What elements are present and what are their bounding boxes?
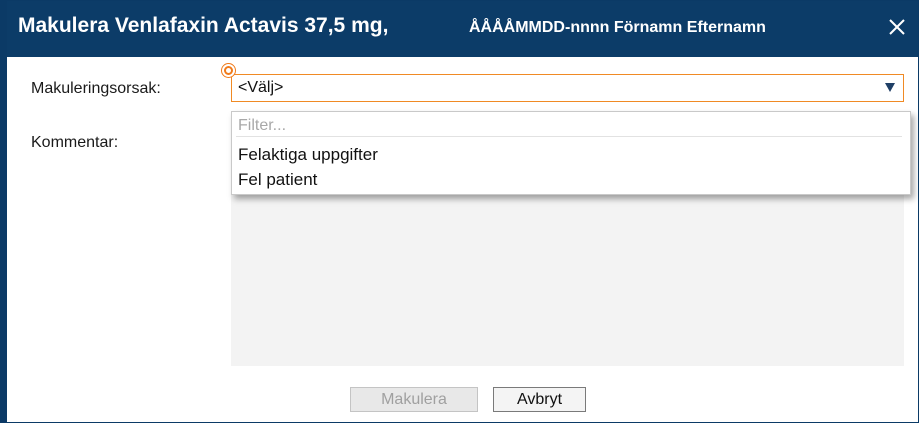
reason-select[interactable]: <Välj> xyxy=(231,74,904,102)
reason-label: Makuleringsorsak: xyxy=(31,80,161,97)
close-button[interactable] xyxy=(883,13,911,41)
patient-identity: ÅÅÅÅMMDD-nnnn Förnamn Efternamn xyxy=(469,19,766,36)
makulera-button[interactable]: Makulera xyxy=(350,387,478,412)
comment-textarea[interactable] xyxy=(231,191,904,366)
close-icon xyxy=(889,19,905,35)
cancel-prescription-dialog: Makulera Venlafaxin Actavis 37,5 mg, ÅÅÅ… xyxy=(0,0,919,423)
dialog-title: Makulera Venlafaxin Actavis 37,5 mg, xyxy=(18,14,389,37)
reason-selected-value: <Välj> xyxy=(238,79,284,96)
dropdown-option-felaktiga-uppgifter[interactable]: Felaktiga uppgifter xyxy=(238,145,378,165)
dialog-left-border xyxy=(1,1,7,422)
required-indicator-icon xyxy=(222,64,235,77)
dialog-titlebar: Makulera Venlafaxin Actavis 37,5 mg, ÅÅÅ… xyxy=(1,1,918,57)
dropdown-filter-input[interactable] xyxy=(236,115,902,137)
chevron-down-icon[interactable] xyxy=(885,83,895,92)
cancel-button[interactable]: Avbryt xyxy=(493,387,586,412)
comment-label: Kommentar: xyxy=(31,134,119,151)
dropdown-option-fel-patient[interactable]: Fel patient xyxy=(238,170,317,190)
reason-dropdown-list: Felaktiga uppgifter Fel patient xyxy=(231,111,911,195)
